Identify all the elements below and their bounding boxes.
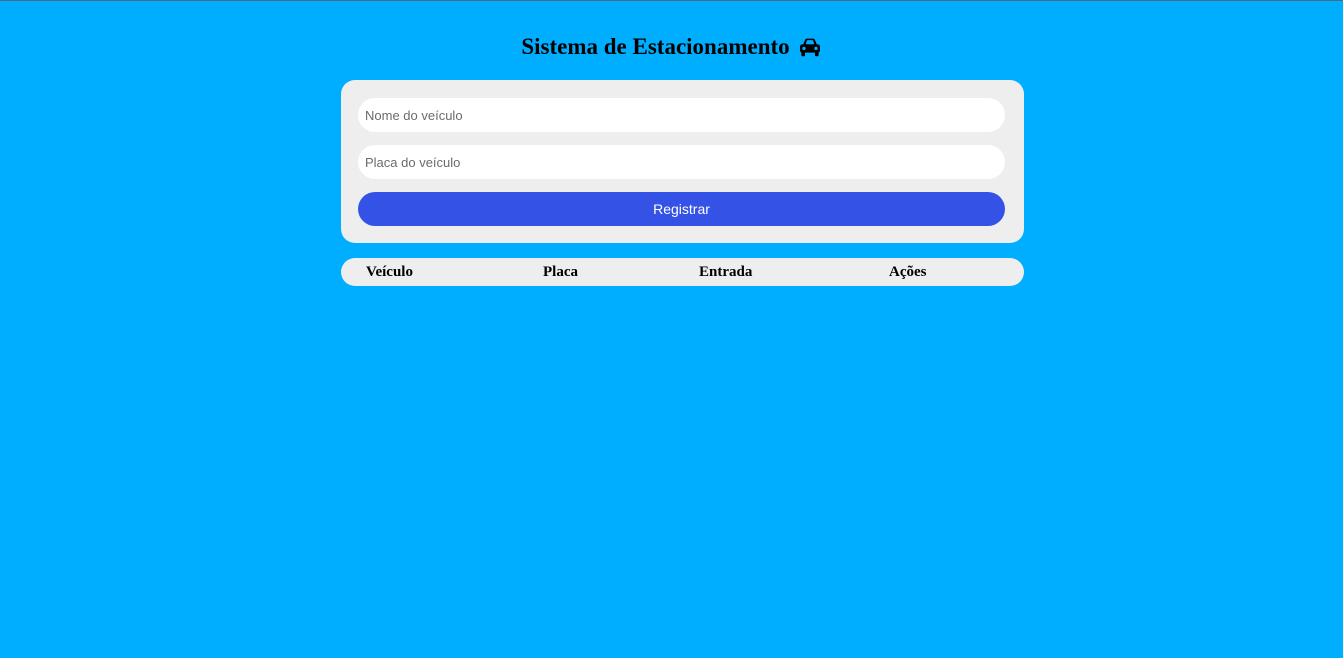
column-header-plate: Placa xyxy=(543,264,578,280)
car-icon xyxy=(798,37,822,57)
vehicle-plate-input[interactable] xyxy=(358,145,1005,179)
column-header-actions: Ações xyxy=(889,264,927,280)
register-button[interactable]: Registrar xyxy=(358,192,1005,226)
header: Sistema de Estacionamento xyxy=(0,30,1343,64)
vehicle-name-input[interactable] xyxy=(358,98,1005,132)
page-title: Sistema de Estacionamento xyxy=(521,30,821,64)
column-header-vehicle: Veículo xyxy=(366,264,413,280)
registration-form: Registrar xyxy=(341,80,1024,243)
column-header-entry: Entrada xyxy=(699,264,753,280)
page-title-text: Sistema de Estacionamento xyxy=(521,34,790,59)
vehicles-table-header: Veículo Placa Entrada Ações xyxy=(341,258,1024,286)
